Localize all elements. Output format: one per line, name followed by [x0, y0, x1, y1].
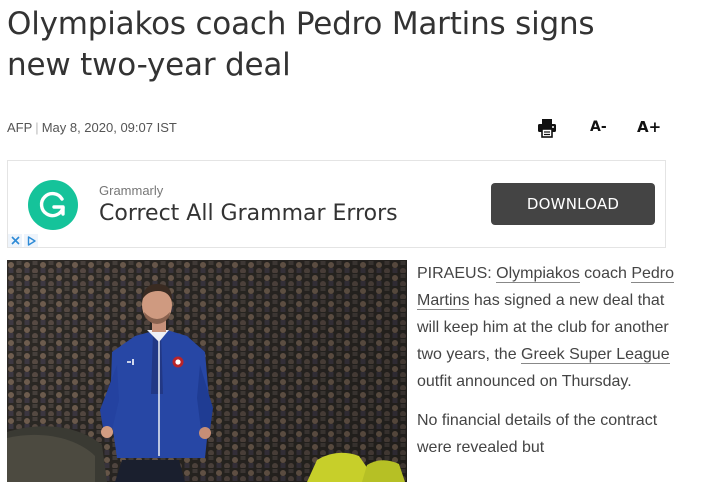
fade-overlay: [410, 470, 707, 482]
article-tools: A- A+: [532, 116, 661, 140]
body-text-span: coach: [579, 265, 632, 282]
coach-photo-image: [7, 260, 407, 482]
ad-banner[interactable]: Grammarly Correct All Grammar Errors DOW…: [7, 160, 666, 248]
ad-brand: Grammarly: [99, 183, 164, 198]
adchoices-icon[interactable]: [24, 234, 38, 247]
dateline: PIRAEUS:: [417, 265, 497, 282]
body-text-span: outfit announced on Thursday.: [417, 373, 632, 390]
close-ad-icon[interactable]: [8, 234, 22, 247]
byline-separator: |: [35, 120, 39, 135]
byline: AFP | May 8, 2020, 09:07 IST: [7, 120, 177, 135]
printer-icon[interactable]: [532, 116, 562, 140]
article-paragraph-1: PIRAEUS: Olympiakos coach Pedro Martins …: [417, 260, 677, 395]
byline-date: May 8, 2020, 09:07 IST: [41, 120, 177, 135]
article-photo: [7, 260, 407, 482]
download-button[interactable]: DOWNLOAD: [491, 183, 655, 225]
font-decrease-button[interactable]: A-: [590, 119, 607, 135]
link-greek-super-league[interactable]: Greek Super League: [521, 346, 670, 364]
font-increase-button[interactable]: A+: [637, 118, 661, 136]
byline-source: AFP: [7, 120, 33, 135]
article-paragraph-2: No financial details of the contract wer…: [417, 412, 658, 456]
ad-choices[interactable]: [8, 234, 38, 247]
article-headline: Olympiakos coach Pedro Martins signs new…: [7, 6, 595, 83]
grammarly-g-icon: [28, 180, 78, 230]
link-olympiakos[interactable]: Olympiakos: [496, 265, 580, 283]
ad-title: Correct All Grammar Errors: [99, 201, 398, 226]
article-body: PIRAEUS: Olympiakos coach Pedro Martins …: [417, 260, 677, 473]
